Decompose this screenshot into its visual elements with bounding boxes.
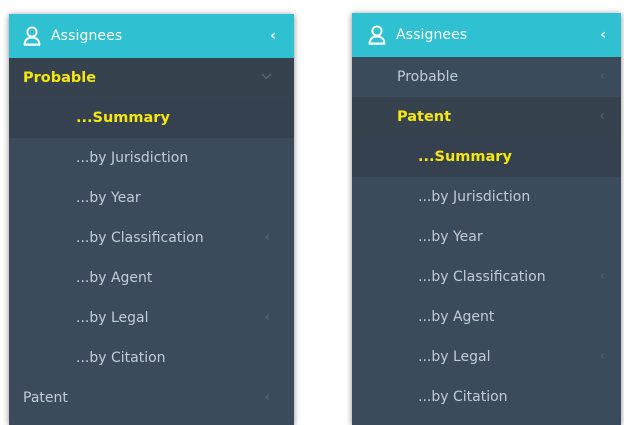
menu-item-by-legal[interactable]: ...by Legal ‹ (352, 337, 621, 377)
menu-item-by-year[interactable]: ...by Year (9, 178, 294, 218)
menu-item-patent[interactable]: Patent ‹ (352, 97, 621, 137)
menu-item-by-agent[interactable]: ...by Agent (352, 297, 621, 337)
chevron-left-icon: ‹ (264, 390, 270, 405)
sidebar-title: Assignees (396, 27, 468, 43)
chevron-left-icon: ‹ (264, 230, 270, 245)
menu-item-probable[interactable]: Probable (9, 58, 294, 98)
menu-item-label: ...by Agent (76, 270, 153, 286)
collapse-chevron-icon[interactable]: ‹ (600, 26, 606, 44)
menu-item-by-jurisdiction[interactable]: ...by Jurisdiction (352, 177, 621, 217)
menu-item-label: Probable (23, 70, 97, 86)
sidebar-header[interactable]: Assignees ‹ (352, 13, 621, 57)
collapse-chevron-icon[interactable]: ‹ (270, 27, 276, 45)
user-icon (21, 25, 43, 47)
menu-item-label: ...by Citation (418, 389, 508, 405)
menu-item-label: Probable (397, 69, 459, 85)
menu-item-label: ...Summary (418, 149, 512, 165)
menu-item-label: ...by Legal (76, 310, 149, 326)
menu-item-label: ...by Jurisdiction (418, 189, 531, 205)
menu-item-label: ...by Classification (76, 230, 204, 246)
chevron-down-icon (261, 73, 272, 80)
chevron-left-icon: ‹ (264, 310, 270, 325)
chevron-left-icon: ‹ (599, 69, 605, 84)
menu-item-label: ...by Legal (418, 349, 491, 365)
menu-item-by-jurisdiction[interactable]: ...by Jurisdiction (9, 138, 294, 178)
menu-item-label: Patent (23, 390, 68, 406)
menu-item-by-citation[interactable]: ...by Citation (352, 377, 621, 417)
sidebar-right: Assignees ‹ Probable ‹ Patent ‹ ...Summa… (352, 13, 621, 425)
menu-item-by-citation[interactable]: ...by Citation (9, 338, 294, 378)
chevron-left-icon: ‹ (599, 349, 605, 364)
menu-item-summary[interactable]: ...Summary (9, 98, 294, 138)
sidebar-left: Assignees ‹ Probable ...Summary ...by Ju… (9, 14, 294, 425)
menu-item-label: ...by Jurisdiction (76, 150, 189, 166)
menu-item-by-classification[interactable]: ...by Classification ‹ (352, 257, 621, 297)
menu-item-label: ...by Year (76, 190, 141, 206)
menu-item-label: ...by Citation (76, 350, 166, 366)
chevron-left-icon: ‹ (599, 109, 605, 124)
user-icon (366, 24, 388, 46)
menu-item-summary[interactable]: ...Summary (352, 137, 621, 177)
menu-item-by-agent[interactable]: ...by Agent (9, 258, 294, 298)
menu-item-label: ...Summary (76, 110, 170, 126)
sidebar-header[interactable]: Assignees ‹ (9, 14, 294, 58)
menu-item-probable[interactable]: Probable ‹ (352, 57, 621, 97)
menu-item-by-year[interactable]: ...by Year (352, 217, 621, 257)
menu-item-by-classification[interactable]: ...by Classification ‹ (9, 218, 294, 258)
chevron-left-icon: ‹ (599, 269, 605, 284)
menu-item-label: ...by Classification (418, 269, 546, 285)
menu-item-label: Patent (397, 109, 452, 125)
menu-item-label: ...by Agent (418, 309, 495, 325)
menu-item-by-legal[interactable]: ...by Legal ‹ (9, 298, 294, 338)
sidebar-title: Assignees (51, 28, 123, 44)
menu-item-label: ...by Year (418, 229, 483, 245)
menu-item-patent[interactable]: Patent ‹ (9, 378, 294, 418)
